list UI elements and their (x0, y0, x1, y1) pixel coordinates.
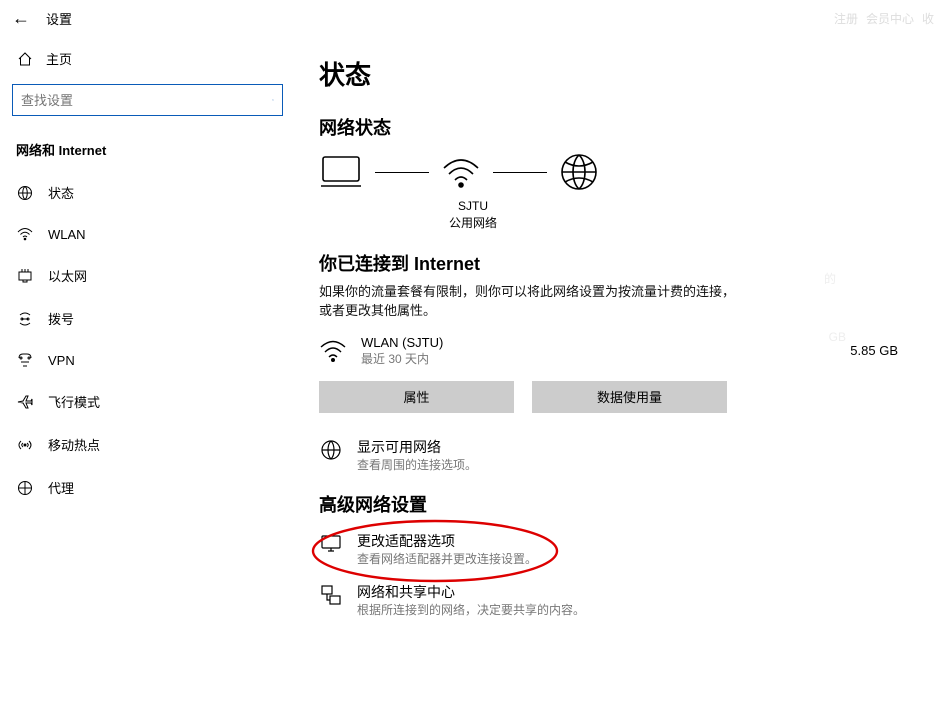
sidebar-home[interactable]: 主页 (12, 37, 283, 80)
globe-diagram-icon (559, 152, 599, 192)
advanced-heading: 高级网络设置 (319, 491, 922, 517)
home-icon (16, 51, 34, 67)
sidebar-item-label: 飞行模式 (48, 392, 100, 411)
sidebar-item-ethernet[interactable]: 以太网 (12, 254, 283, 297)
properties-button[interactable]: 属性 (319, 381, 514, 413)
network-type: 公用网络 (443, 215, 503, 232)
search-input[interactable] (13, 93, 264, 108)
member-link[interactable]: 会员中心 (866, 10, 914, 27)
link-sub: 根据所连接到的网络，决定要共享的内容。 (357, 602, 585, 619)
search-box[interactable] (12, 84, 283, 116)
hotspot-icon (16, 437, 34, 453)
sidebar-item-status[interactable]: 状态 (12, 171, 283, 214)
link-sub: 查看网络适配器并更改连接设置。 (357, 551, 537, 568)
ghost-text: 的 (824, 270, 836, 287)
connection-name: WLAN (SJTU) (361, 335, 770, 350)
data-usage-button[interactable]: 数据使用量 (532, 381, 727, 413)
sidebar-item-label: WLAN (48, 227, 86, 242)
link-title: 显示可用网络 (357, 437, 477, 457)
link-title: 网络和共享中心 (357, 582, 585, 602)
ghost-text: GB (829, 330, 846, 344)
network-diagram (319, 152, 922, 192)
connection-usage: 5.85 GB (782, 343, 922, 358)
globe-icon (16, 185, 34, 201)
connected-desc: 如果你的流量套餐有限制，则你可以将此网络设置为按流量计费的连接，或者更改其他属性… (319, 282, 739, 321)
wifi-icon (319, 339, 349, 363)
link-sub: 查看周围的连接选项。 (357, 457, 477, 474)
connection-recent: 最近 30 天内 (361, 350, 770, 367)
sidebar-item-label: 拨号 (48, 309, 74, 328)
sidebar-item-label: 以太网 (48, 266, 87, 285)
dialup-icon (16, 311, 34, 327)
top-right-links: 注册 会员中心 收 (834, 10, 934, 27)
sidebar-item-label: VPN (48, 353, 75, 368)
sidebar-item-label: 代理 (48, 478, 74, 497)
globe-icon (319, 437, 343, 461)
sidebar-section-header: 网络和 Internet (12, 132, 283, 171)
change-adapter-link[interactable]: 更改适配器选项 查看网络适配器并更改连接设置。 (319, 531, 922, 568)
show-networks-link[interactable]: 显示可用网络 查看周围的连接选项。 (319, 437, 922, 474)
wifi-diagram-icon (441, 154, 481, 190)
proxy-icon (16, 480, 34, 496)
pc-icon (319, 154, 363, 190)
sidebar-item-proxy[interactable]: 代理 (12, 466, 283, 509)
sidebar-item-hotspot[interactable]: 移动热点 (12, 423, 283, 466)
airplane-icon (16, 394, 34, 410)
sidebar-home-label: 主页 (46, 49, 72, 68)
wifi-icon (16, 226, 34, 242)
sharing-icon (319, 582, 343, 606)
window-title: 设置 (46, 9, 72, 28)
collapse-link[interactable]: 收 (922, 10, 934, 27)
vpn-icon (16, 352, 34, 368)
sidebar-item-label: 移动热点 (48, 435, 100, 454)
sidebar-item-dialup[interactable]: 拨号 (12, 297, 283, 340)
line-icon (493, 172, 547, 173)
monitor-icon (319, 531, 343, 555)
line-icon (375, 172, 429, 173)
sidebar-item-label: 状态 (48, 183, 74, 202)
back-icon[interactable]: ← (12, 8, 30, 29)
ethernet-icon (16, 268, 34, 284)
sidebar-item-airplane[interactable]: 飞行模式 (12, 380, 283, 423)
network-name: SJTU (443, 198, 503, 215)
network-status-heading: 网络状态 (319, 114, 922, 140)
search-icon[interactable] (264, 93, 282, 107)
sidebar-item-vpn[interactable]: VPN (12, 340, 283, 380)
register-link[interactable]: 注册 (834, 10, 858, 27)
link-title: 更改适配器选项 (357, 531, 537, 551)
page-title: 状态 (319, 55, 922, 92)
sidebar-item-wlan[interactable]: WLAN (12, 214, 283, 254)
sharing-center-link[interactable]: 网络和共享中心 根据所连接到的网络，决定要共享的内容。 (319, 582, 922, 619)
